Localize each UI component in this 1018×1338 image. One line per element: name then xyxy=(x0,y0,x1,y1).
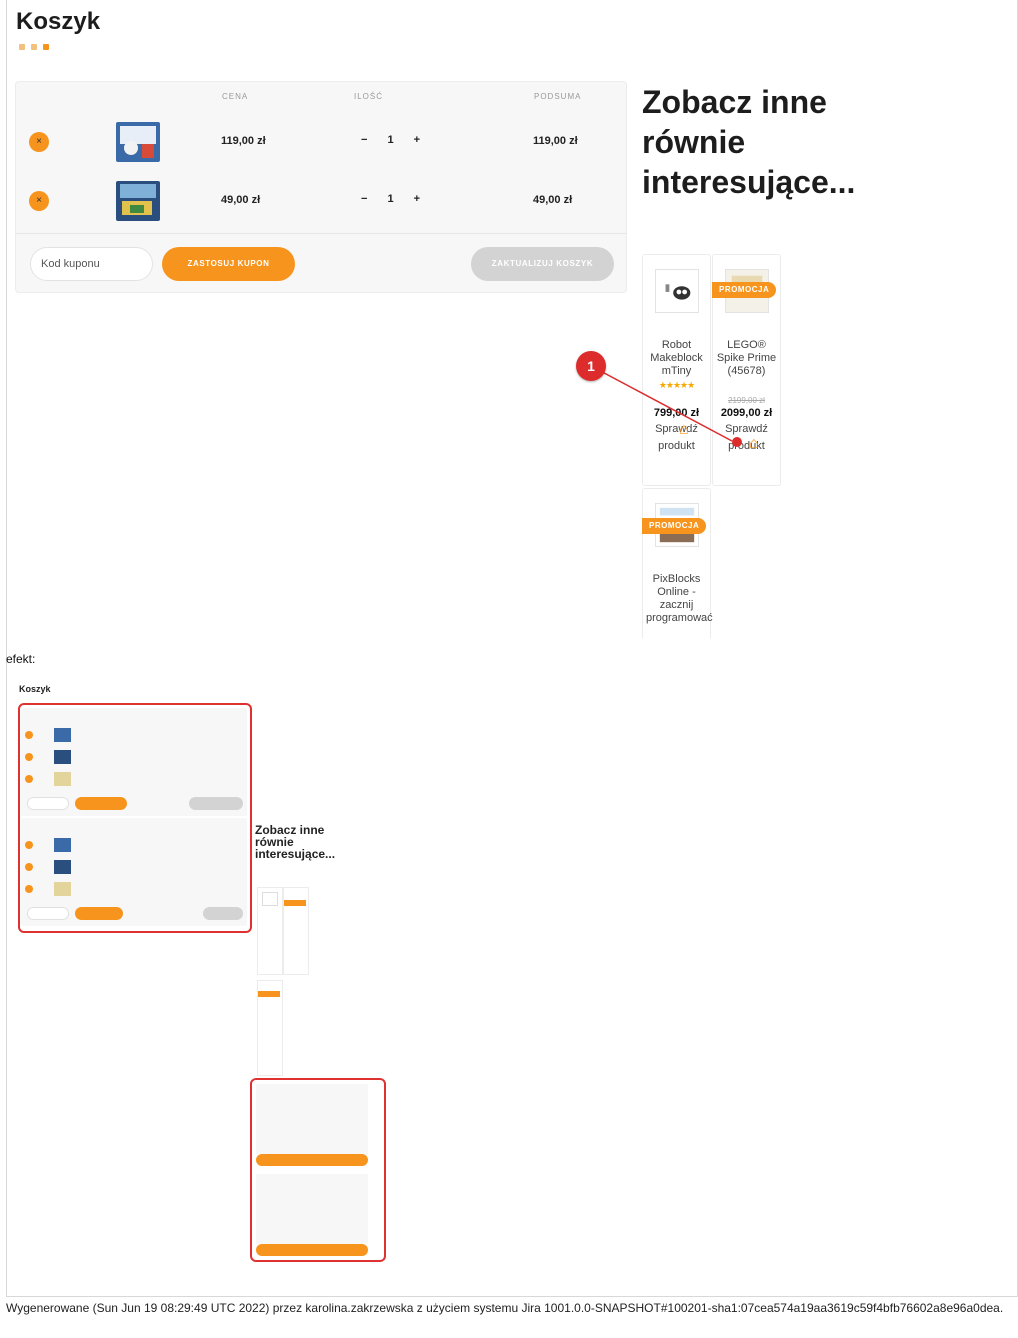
mini-product-image xyxy=(262,892,278,906)
product-thumbnail[interactable] xyxy=(116,122,160,162)
promo-badge: PROMOCJA xyxy=(642,518,707,534)
product-name[interactable]: LEGO® Spike Prime (45678) xyxy=(713,339,780,378)
mini-product-card xyxy=(257,887,283,975)
product-name[interactable]: Robot Makeblock mTiny xyxy=(643,339,710,378)
quantity-stepper: − 1 + xyxy=(361,193,420,205)
divider xyxy=(16,233,626,234)
apply-coupon-button[interactable]: ZASTOSUJ KUPON xyxy=(162,247,295,281)
old-price: 2199,00 zł xyxy=(728,396,765,405)
check-product-link[interactable]: Sprawdź produkt xyxy=(643,421,710,455)
product-price: 799,00 zł xyxy=(653,407,700,419)
annotation-dot xyxy=(732,437,742,447)
item-price: 119,00 zł xyxy=(221,135,266,147)
step-dot-active xyxy=(43,44,49,50)
screenshot-upper: Koszyk CENA ILOŚĆ PODSUMA × 119,00 zł − … xyxy=(6,0,1016,638)
effect-label: efekt: xyxy=(6,652,36,666)
related-heading: Zobacz inne równie interesujące... xyxy=(642,84,856,200)
coupon-input[interactable]: Kod kuponu xyxy=(30,247,153,281)
item-price: 49,00 zł xyxy=(221,194,261,206)
promo-badge: PROMOCJA xyxy=(712,282,777,298)
product-image[interactable] xyxy=(654,269,699,313)
annotation-box xyxy=(250,1078,386,1262)
quantity-stepper: − 1 + xyxy=(361,134,420,146)
mini-page-title: Koszyk xyxy=(19,684,51,694)
qty-value[interactable]: 1 xyxy=(387,193,393,205)
cart-row: × 49,00 zł − 1 + 49,00 zł xyxy=(16,176,626,226)
basket-icon[interactable]: ⌂ xyxy=(749,435,759,453)
header-price: CENA xyxy=(222,92,249,101)
rating-stars-icon: ★★★★★ xyxy=(658,380,695,390)
product-card[interactable]: PROMOCJA PixBlocks Online - zacznij prog… xyxy=(642,488,713,638)
qty-value[interactable]: 1 xyxy=(387,134,393,146)
jira-footer: Wygenerowane (Sun Jun 19 08:29:49 UTC 20… xyxy=(6,1301,1004,1315)
item-subtotal: 49,00 zł xyxy=(533,194,573,206)
remove-item-button[interactable]: × xyxy=(29,191,49,211)
product-card[interactable]: PROMOCJA LEGO® Spike Prime (45678) 2199,… xyxy=(712,254,781,486)
product-price: 2099,00 zł xyxy=(720,407,773,419)
item-subtotal: 119,00 zł xyxy=(533,135,578,147)
mini-product-card xyxy=(257,980,283,1076)
cart-table: CENA ILOŚĆ PODSUMA × 119,00 zł − 1 + 119… xyxy=(15,81,627,293)
basket-icon[interactable]: ⌂ xyxy=(679,421,689,439)
qty-minus-button[interactable]: − xyxy=(361,193,367,205)
mini-product-card xyxy=(283,887,309,975)
header-subtotal: PODSUMA xyxy=(534,92,582,101)
annotation-marker: 1 xyxy=(576,351,606,381)
product-thumbnail[interactable] xyxy=(116,181,160,221)
step-dot xyxy=(19,44,25,50)
step-indicator xyxy=(19,44,49,50)
check-product-link[interactable]: Sprawdź produkt xyxy=(713,421,780,455)
mini-promo-badge xyxy=(284,900,306,906)
remove-item-button[interactable]: × xyxy=(29,132,49,152)
qty-plus-button[interactable]: + xyxy=(414,134,420,146)
qty-minus-button[interactable]: − xyxy=(361,134,367,146)
product-card[interactable]: Robot Makeblock mTiny ★★★★★ 799,00 zł ⌂ … xyxy=(642,254,711,486)
header-qty: ILOŚĆ xyxy=(354,92,384,101)
cart-row: × 119,00 zł − 1 + 119,00 zł xyxy=(16,117,626,167)
mini-related-heading: Zobacz inne równie interesujące... xyxy=(255,823,336,861)
step-dot xyxy=(31,44,37,50)
page-title: Koszyk xyxy=(16,8,101,35)
update-cart-button[interactable]: ZAKTUALIZUJ KOSZYK xyxy=(471,247,614,281)
annotation-box xyxy=(18,703,252,933)
qty-plus-button[interactable]: + xyxy=(414,193,420,205)
mini-promo-badge xyxy=(258,991,280,997)
product-name[interactable]: PixBlocks Online - zacznij programować xyxy=(643,573,713,625)
